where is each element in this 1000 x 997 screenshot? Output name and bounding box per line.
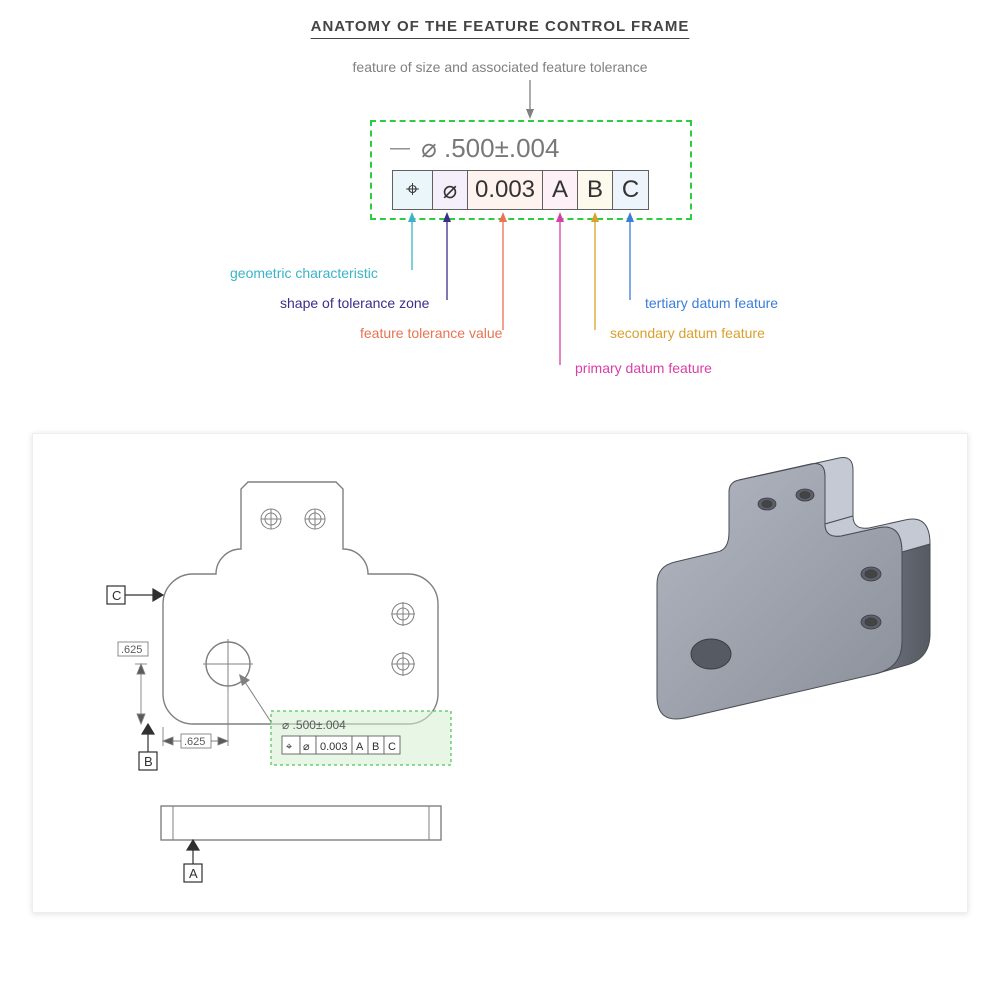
label-tertiary: tertiary datum feature [645,295,778,311]
label-value: feature tolerance value [360,325,502,341]
fcf-geometric-symbol: ⌖ [393,171,433,209]
svg-text:⌖: ⌖ [286,741,292,753]
svg-text:B: B [372,741,379,753]
isometric-view [557,454,957,834]
svg-text:.625: .625 [184,736,205,748]
svg-text:A: A [356,741,364,753]
svg-text:⌀: ⌀ [303,741,310,753]
fcf-datum-secondary: B [578,171,613,209]
label-secondary: secondary datum feature [610,325,765,341]
svg-text:B: B [144,754,153,769]
svg-text:0.003: 0.003 [320,741,348,753]
orthographic-views: .625 .625 C B ⌀ .500±.004 [33,434,553,914]
engineering-drawing: .625 .625 C B ⌀ .500±.004 [32,433,968,913]
fcf-zone-shape: ⌀ [433,171,468,209]
fcf-tolerance-value: 0.003 [468,171,543,209]
fcf-datum-primary: A [543,171,578,209]
svg-text:A: A [189,866,198,881]
svg-text:C: C [388,741,396,753]
fcf-datum-tertiary: C [613,171,648,209]
feature-control-frame: ⌖ ⌀ 0.003 A B C [392,170,649,210]
svg-text:C: C [112,588,121,603]
feature-of-size-text: — ⌀ .500±.004 [390,133,559,164]
label-shape: shape of tolerance zone [280,295,429,311]
label-primary: primary datum feature [575,360,712,376]
svg-text:⌀ .500±.004: ⌀ .500±.004 [282,718,346,732]
label-geometric: geometric characteristic [230,265,378,281]
fcf-diagram: — ⌀ .500±.004 ⌖ ⌀ 0.003 A B C geometric … [200,75,800,425]
page-title: ANATOMY OF THE FEATURE CONTROL FRAME [0,0,1000,41]
top-callout-label: feature of size and associated feature t… [0,59,1000,75]
svg-text:.625: .625 [121,644,142,656]
